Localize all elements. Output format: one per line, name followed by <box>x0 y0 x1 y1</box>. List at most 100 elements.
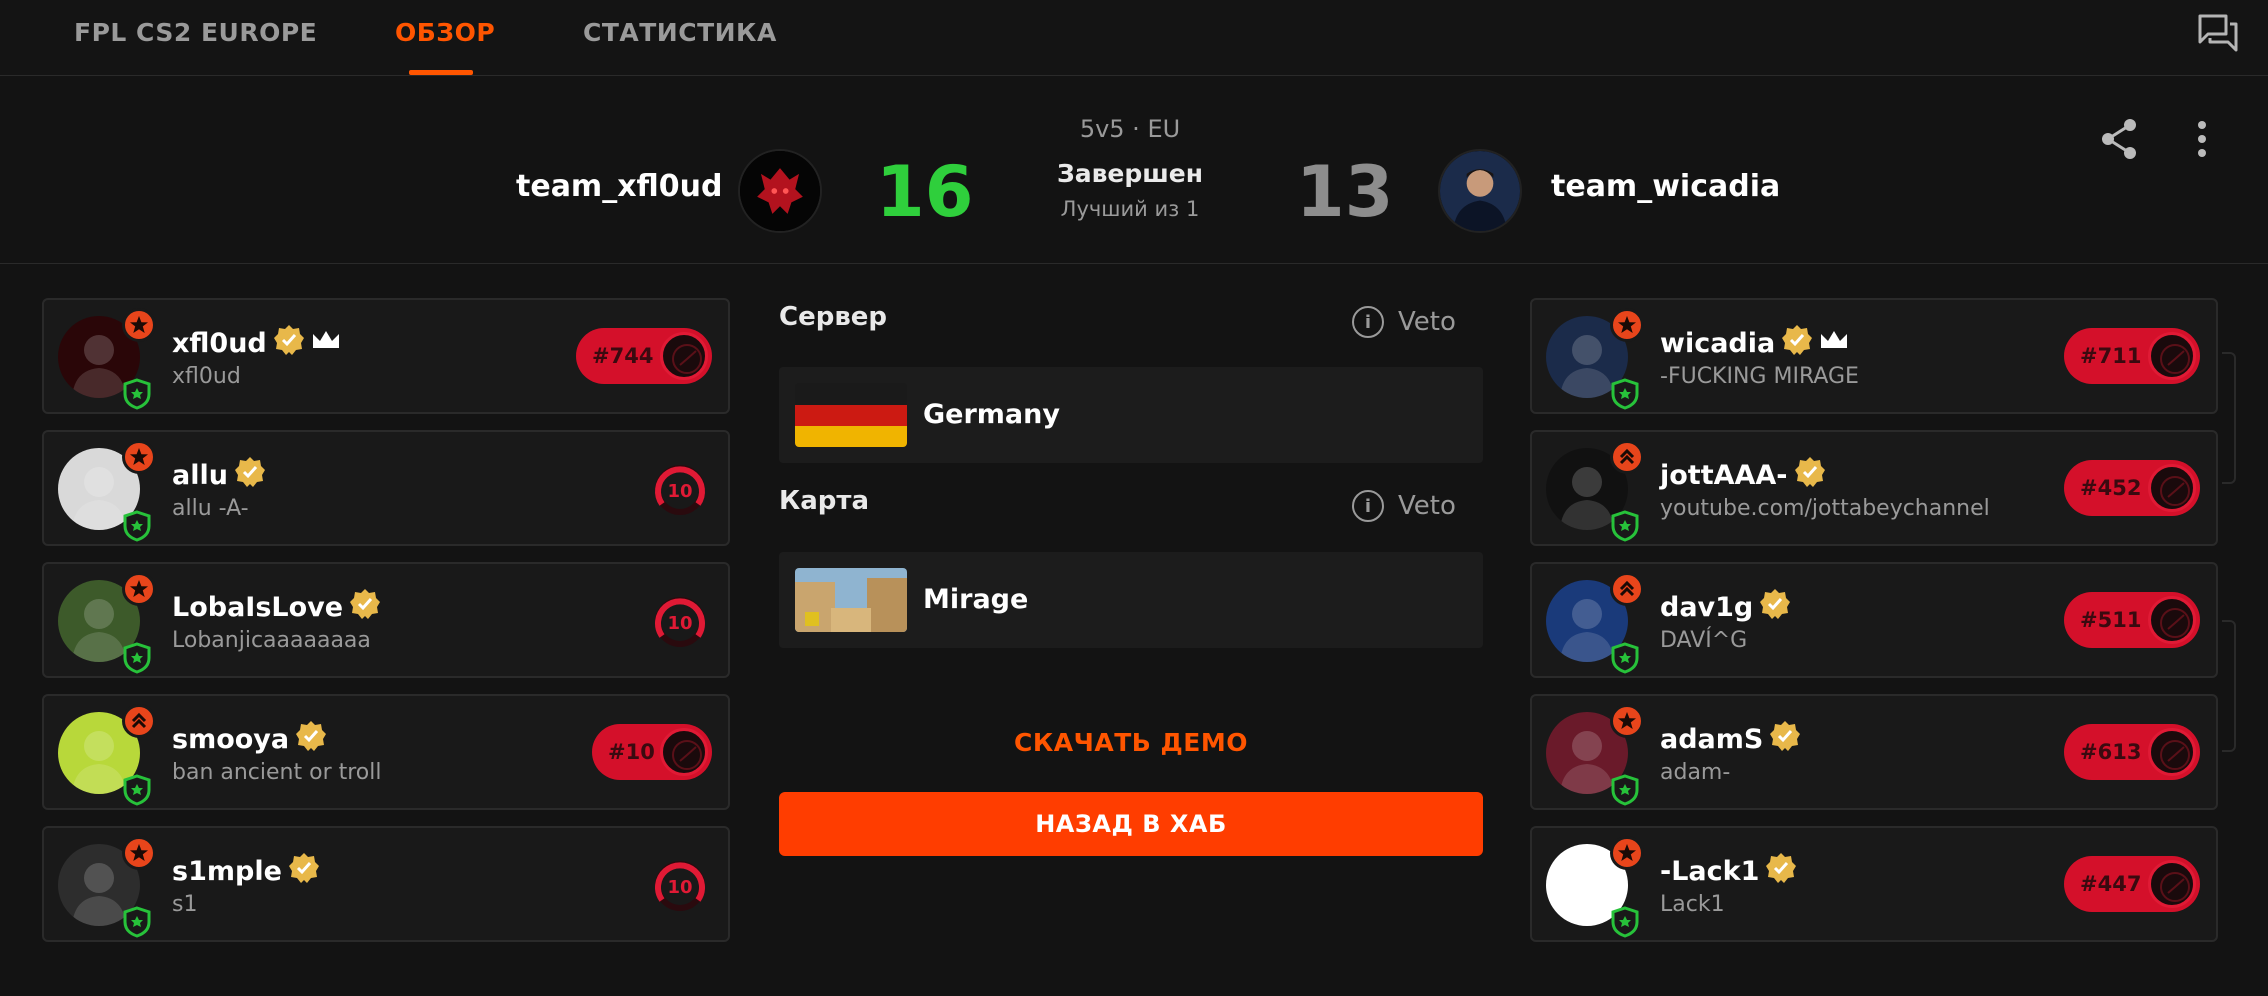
player-name[interactable]: s1mple <box>172 856 282 887</box>
star-icon <box>122 440 156 474</box>
player-avatar-wrap <box>58 572 156 674</box>
player-card[interactable]: allu allu -A- 10 <box>42 430 730 546</box>
map-value: Mirage <box>923 584 1029 615</box>
star-icon <box>122 308 156 342</box>
match-header: team_xfl0ud 16 5v5 · EU Завершен Лучший … <box>0 77 2268 264</box>
shield-icon <box>122 774 152 806</box>
star-icon <box>1610 308 1644 342</box>
rank-value: #744 <box>592 344 654 368</box>
team1-logo[interactable] <box>738 149 822 233</box>
verified-icon <box>349 588 381 627</box>
player-avatar-wrap <box>1546 308 1644 410</box>
skill-level-value: 10 <box>667 613 692 634</box>
shield-icon <box>122 510 152 542</box>
player-name-row: LobaIsLove <box>172 588 381 627</box>
player-subtitle: ban ancient or troll <box>172 760 382 785</box>
verified-icon <box>1794 456 1826 495</box>
server-box: Germany <box>779 367 1483 463</box>
more-vertical-icon[interactable] <box>2192 117 2212 161</box>
player-card[interactable]: -Lack1 Lack1 #447 <box>1530 826 2218 942</box>
clock-icon <box>2148 596 2196 644</box>
server-label: Сервер <box>779 302 888 332</box>
map-thumbnail <box>795 568 907 632</box>
player-subtitle: adam- <box>1660 760 1731 785</box>
map-label: Карта <box>779 486 870 516</box>
player-subtitle: youtube.com/jottabeychannel <box>1660 496 1990 521</box>
player-name[interactable]: jottAAA- <box>1660 460 1788 491</box>
player-name[interactable]: smooya <box>172 724 289 755</box>
player-subtitle: DAVÍ^G <box>1660 628 1748 653</box>
tab-fpl-cs2-europe[interactable]: FPL CS2 EUROPE <box>74 18 317 47</box>
player-name[interactable]: -Lack1 <box>1660 856 1759 887</box>
shield-icon <box>122 642 152 674</box>
chevrons-up-icon <box>1610 572 1644 606</box>
crown-icon <box>1819 328 1849 359</box>
team2-logo[interactable] <box>1438 149 1522 233</box>
rank-badge: #744 <box>576 328 712 384</box>
player-name[interactable]: dav1g <box>1660 592 1753 623</box>
player-card[interactable]: dav1g DAVÍ^G #511 <box>1530 562 2218 678</box>
clock-icon <box>2148 332 2196 380</box>
shield-icon <box>1610 642 1640 674</box>
rank-value: #711 <box>2080 344 2142 368</box>
player-name-row: s1mple <box>172 852 320 891</box>
player-avatar-wrap <box>1546 572 1644 674</box>
tab-overview[interactable]: ОБЗОР <box>395 18 495 47</box>
player-card[interactable]: s1mple s1 10 <box>42 826 730 942</box>
verified-icon <box>295 720 327 759</box>
chevrons-up-icon <box>1610 440 1644 474</box>
skill-level-icon: 10 <box>652 462 708 518</box>
shield-icon <box>1610 510 1640 542</box>
team1-name[interactable]: team_xfl0ud <box>516 169 722 204</box>
player-avatar-wrap <box>58 440 156 542</box>
verified-icon <box>273 324 305 363</box>
player-name[interactable]: LobaIsLove <box>172 592 343 623</box>
player-subtitle: Lobanjicaaaaaaaa <box>172 628 371 653</box>
player-name[interactable]: wicadia <box>1660 328 1775 359</box>
player-name[interactable]: allu <box>172 460 228 491</box>
star-icon <box>122 572 156 606</box>
map-box: Mirage <box>779 552 1483 648</box>
share-icon[interactable] <box>2100 117 2140 161</box>
rank-badge: #10 <box>592 724 712 780</box>
player-name[interactable]: adamS <box>1660 724 1763 755</box>
chevrons-up-icon <box>122 704 156 738</box>
server-value: Germany <box>923 399 1060 430</box>
team2-name[interactable]: team_wicadia <box>1551 169 1780 204</box>
verified-icon <box>1765 852 1797 891</box>
skill-level-value: 10 <box>667 481 692 502</box>
player-card[interactable]: xfl0ud xfl0ud #744 <box>42 298 730 414</box>
rank-badge: #711 <box>2064 328 2200 384</box>
shield-icon <box>122 906 152 938</box>
download-demo-link[interactable]: СКАЧАТЬ ДЕМО <box>779 728 1483 757</box>
verified-icon <box>1759 588 1791 627</box>
verified-icon <box>288 852 320 891</box>
shield-icon <box>1610 906 1640 938</box>
map-veto-button[interactable]: i Veto <box>1352 490 1456 522</box>
rank-value: #511 <box>2080 608 2142 632</box>
clock-icon <box>2148 464 2196 512</box>
player-card[interactable]: smooya ban ancient or troll #10 <box>42 694 730 810</box>
player-card[interactable]: adamS adam- #613 <box>1530 694 2218 810</box>
skill-level-icon: 10 <box>652 594 708 650</box>
player-avatar-wrap <box>58 704 156 806</box>
shield-icon <box>122 378 152 410</box>
player-name[interactable]: xfl0ud <box>172 328 267 359</box>
server-veto-label: Veto <box>1398 307 1456 337</box>
info-icon: i <box>1352 306 1384 338</box>
player-card[interactable]: LobaIsLove Lobanjicaaaaaaaa 10 <box>42 562 730 678</box>
active-tab-indicator <box>409 70 473 75</box>
player-card[interactable]: jottAAA-youtube.com/jottabeychannel #452 <box>1530 430 2218 546</box>
player-name-row: xfl0ud <box>172 324 341 363</box>
chat-icon[interactable] <box>2196 12 2240 54</box>
star-icon <box>1610 704 1644 738</box>
info-icon: i <box>1352 490 1384 522</box>
player-card[interactable]: wicadia -FUCKING MIRAGE #711 <box>1530 298 2218 414</box>
player-subtitle: -FUCKING MIRAGE <box>1660 364 1859 389</box>
match-format: 5v5 · EU <box>1079 115 1181 143</box>
rank-value: #452 <box>2080 476 2142 500</box>
scroll-indicator <box>2222 352 2236 484</box>
server-veto-button[interactable]: i Veto <box>1352 306 1456 338</box>
tab-statistics[interactable]: СТАТИСТИКА <box>583 18 777 47</box>
back-to-hub-button[interactable]: НАЗАД В ХАБ <box>779 792 1483 856</box>
